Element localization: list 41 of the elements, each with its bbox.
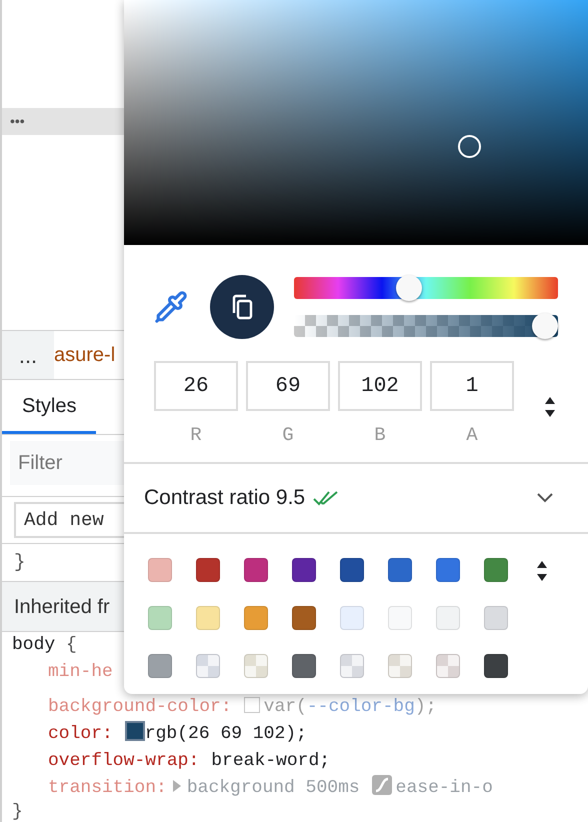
property-name: background-color: — [48, 697, 232, 717]
palette-toggle-icon[interactable] — [536, 560, 548, 582]
color-area[interactable] — [124, 0, 588, 245]
channel-field[interactable]: 102 — [338, 361, 422, 411]
open-brace: { — [66, 635, 77, 655]
property-name: transition: — [48, 778, 167, 798]
slider-thumb[interactable] — [396, 275, 422, 301]
property-name: overflow-wrap: — [48, 751, 200, 771]
property-name: color: — [48, 724, 113, 744]
channel-field[interactable]: 1 — [430, 361, 514, 411]
property-value: break-word; — [211, 751, 330, 771]
closing-brace: } — [12, 802, 23, 822]
property-name: min-he — [48, 662, 113, 682]
var-function: var( — [264, 697, 307, 717]
channel-label: R — [190, 423, 202, 448]
color-handle[interactable] — [458, 135, 481, 158]
property-value: rgb(26 69 102); — [144, 724, 307, 744]
inherited-heading: Inherited fr — [14, 594, 110, 620]
hue-slider[interactable] — [294, 275, 558, 301]
channel-label: A — [466, 423, 478, 448]
format-toggle-icon[interactable] — [544, 396, 556, 418]
breadcrumb-item[interactable]: asure-l — [54, 340, 116, 370]
channel-label: G — [282, 423, 294, 448]
selector: body — [12, 635, 56, 655]
chevron-icon[interactable] — [536, 492, 554, 504]
closing-brace: } — [14, 550, 26, 576]
copy-icon — [230, 294, 254, 320]
slider-thumb[interactable] — [532, 313, 558, 339]
channel-label: B — [374, 423, 386, 448]
alpha-slider[interactable] — [294, 313, 558, 339]
value-end: ); — [414, 697, 436, 717]
more-button[interactable]: ... — [2, 331, 54, 379]
channel-field[interactable]: 26 — [154, 361, 238, 411]
styles-tab[interactable]: Styles — [2, 380, 96, 434]
contrast-row[interactable]: Contrast ratio 9.5 — [124, 462, 588, 534]
property-value: background 500ms — [186, 778, 360, 798]
color-swatch[interactable] — [124, 721, 145, 741]
eyedropper-icon[interactable] — [154, 290, 188, 324]
channel-field[interactable]: 69 — [246, 361, 330, 411]
property-value: ease-in-o — [396, 778, 493, 798]
color-swatch[interactable] — [244, 697, 260, 713]
